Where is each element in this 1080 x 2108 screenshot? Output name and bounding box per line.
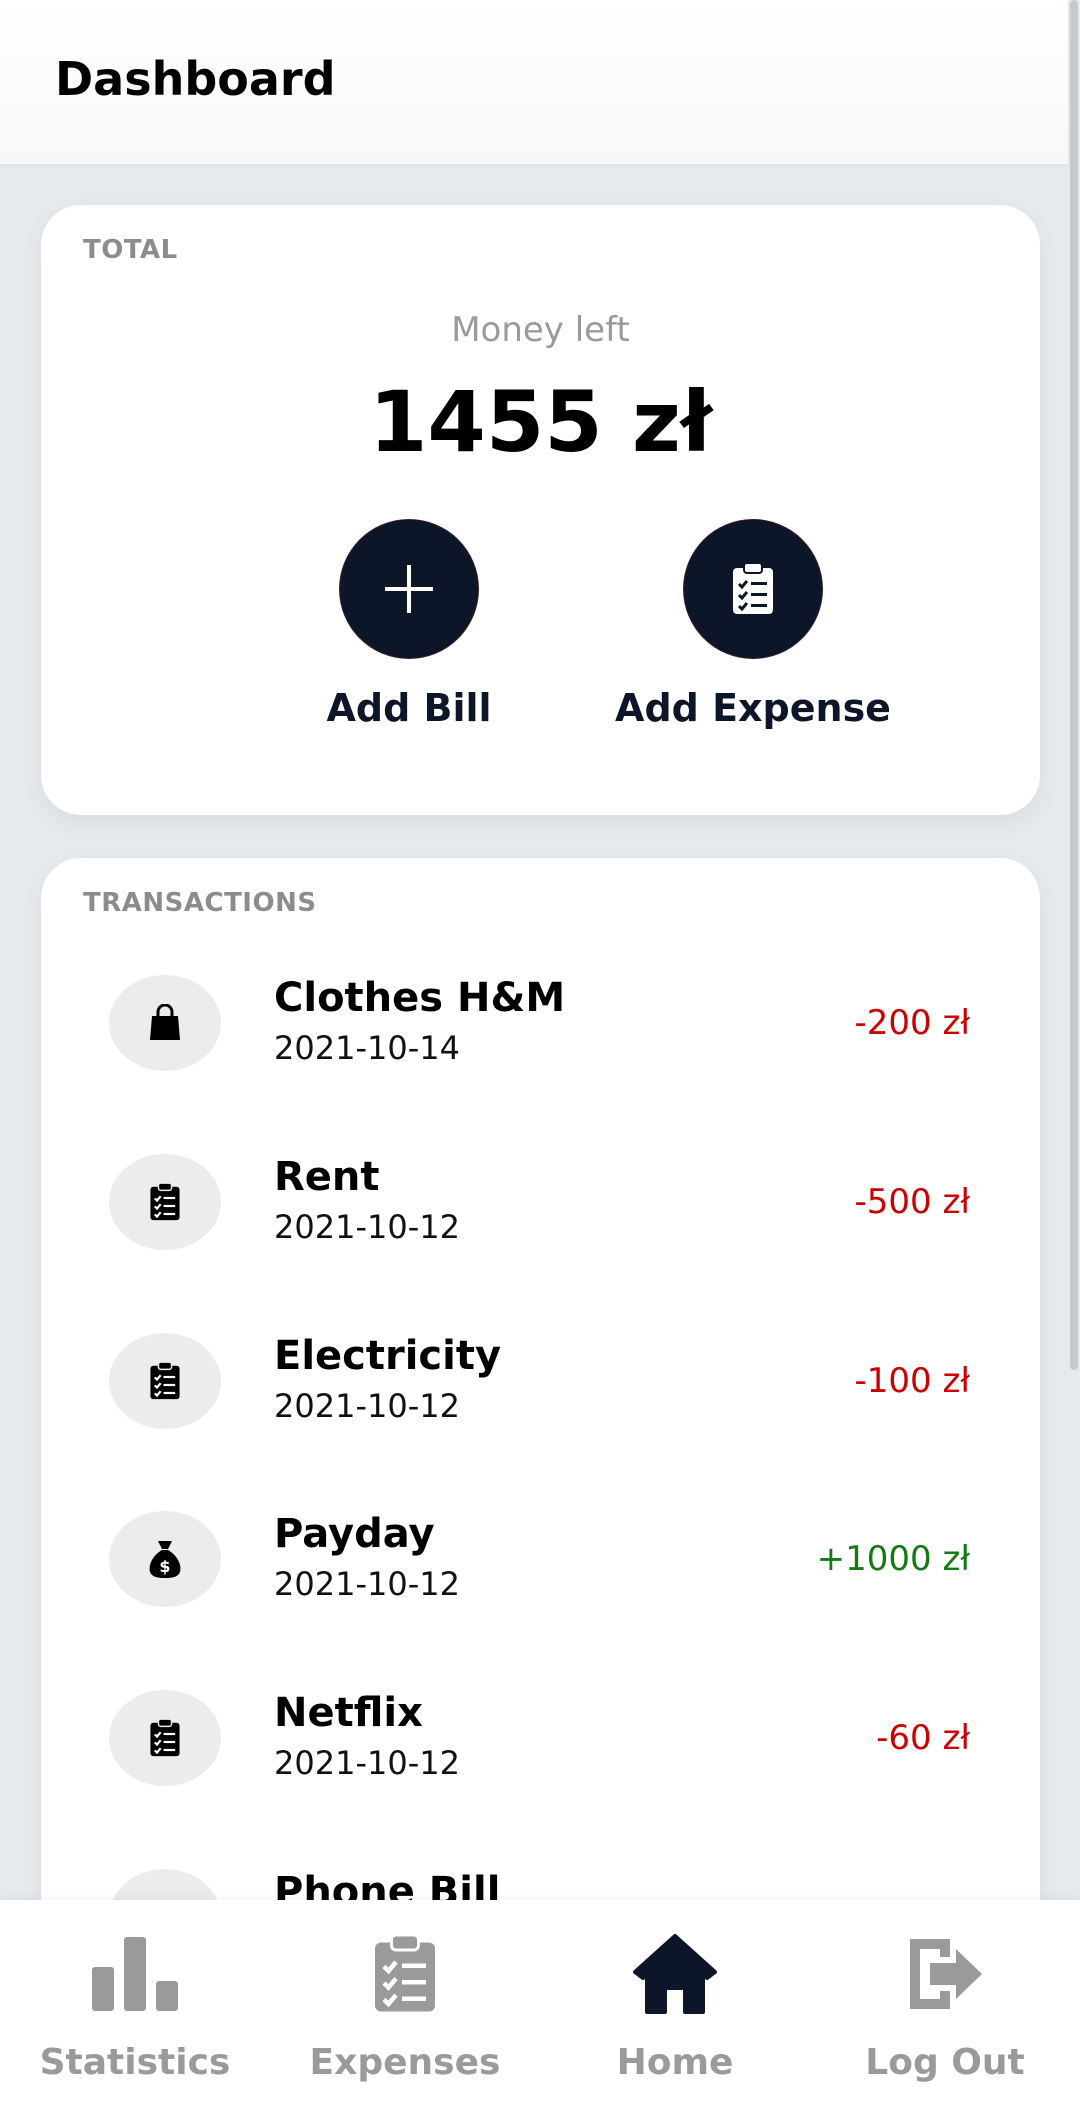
nav-label-statistics: Statistics bbox=[39, 2042, 231, 2083]
transaction-name: Netflix bbox=[274, 1690, 423, 1736]
transaction-name: Payday bbox=[274, 1511, 435, 1557]
money-left-value: 1455 zł bbox=[368, 373, 713, 471]
list-item[interactable]: $ Payday 2021-10-12 +1000 zł bbox=[41, 1511, 1040, 1631]
nav-label-expenses: Expenses bbox=[309, 2042, 501, 2083]
transaction-date: 2021-10-12 bbox=[274, 1208, 460, 1246]
clipboard-check-icon bbox=[733, 562, 773, 614]
add-bill-label[interactable]: Add Bill bbox=[239, 686, 579, 730]
transaction-date: 2021-10-14 bbox=[274, 1029, 460, 1067]
add-bill-button[interactable]: Add Bill bbox=[239, 520, 579, 730]
add-bill-circle[interactable] bbox=[340, 520, 478, 658]
nav-label-home: Home bbox=[616, 2042, 734, 2083]
nav-item-logout[interactable]: Log Out bbox=[810, 1926, 1080, 2083]
total-section-label: TOTAL bbox=[83, 235, 178, 265]
nav-item-home[interactable]: Home bbox=[540, 1926, 810, 2083]
list-item[interactable]: Clothes H&M 2021-10-14 -200 zł bbox=[41, 975, 1040, 1095]
transaction-name: Electricity bbox=[274, 1333, 502, 1379]
transactions-card: TRANSACTIONS Clothes H&M 2021-10-14 -200… bbox=[41, 858, 1040, 2058]
list-item[interactable]: Rent 2021-10-12 -500 zł bbox=[41, 1154, 1040, 1274]
nav-label-logout: Log Out bbox=[865, 2042, 1025, 2083]
transaction-name: Rent bbox=[274, 1154, 380, 1200]
shopping-bag-icon bbox=[150, 1004, 180, 1040]
transaction-name: Clothes H&M bbox=[274, 975, 566, 1021]
add-expense-button[interactable]: Add Expense bbox=[583, 520, 923, 730]
transactions-section-label: TRANSACTIONS bbox=[83, 888, 317, 918]
plus-icon bbox=[385, 565, 433, 613]
transaction-icon bbox=[109, 1690, 221, 1786]
transaction-icon: $ bbox=[109, 1511, 221, 1607]
transaction-amount: +1000 zł bbox=[816, 1539, 970, 1579]
app-header: Dashboard bbox=[0, 0, 1068, 164]
clipboard-check-icon bbox=[270, 1926, 540, 2022]
logout-icon bbox=[810, 1926, 1080, 2022]
scrollbar-thumb[interactable] bbox=[1070, 0, 1078, 1370]
page-title: Dashboard bbox=[55, 52, 336, 106]
total-card: TOTAL Money left 1455 zł Add Bill Add Ex… bbox=[41, 205, 1040, 815]
transaction-date: 2021-10-12 bbox=[274, 1387, 460, 1425]
nav-item-expenses[interactable]: Expenses bbox=[270, 1926, 540, 2083]
transaction-icon bbox=[109, 1154, 221, 1250]
transaction-date: 2021-10-12 bbox=[274, 1565, 460, 1603]
transaction-icon bbox=[109, 1333, 221, 1429]
transaction-amount: -200 zł bbox=[854, 1003, 970, 1043]
home-icon bbox=[540, 1926, 810, 2022]
money-bag-icon: $ bbox=[149, 1541, 181, 1578]
add-expense-circle[interactable] bbox=[684, 520, 822, 658]
nav-item-statistics[interactable]: Statistics bbox=[0, 1926, 270, 2083]
transaction-amount: -60 zł bbox=[876, 1718, 970, 1758]
clipboard-check-icon bbox=[150, 1182, 180, 1221]
transaction-amount: -100 zł bbox=[854, 1361, 970, 1401]
clipboard-check-icon bbox=[150, 1361, 180, 1400]
money-left-label: Money left bbox=[451, 310, 630, 350]
bar-chart-icon bbox=[0, 1926, 270, 2022]
svg-text:$: $ bbox=[159, 1557, 170, 1576]
bottom-nav: Statistics Expenses Home Log Out bbox=[0, 1900, 1080, 2108]
scrollbar[interactable] bbox=[1068, 0, 1080, 1900]
clipboard-check-icon bbox=[150, 1718, 180, 1757]
list-item[interactable]: Electricity 2021-10-12 -100 zł bbox=[41, 1333, 1040, 1453]
transaction-amount: -500 zł bbox=[854, 1182, 970, 1222]
add-expense-label[interactable]: Add Expense bbox=[583, 686, 923, 730]
transaction-icon bbox=[109, 975, 221, 1071]
transaction-date: 2021-10-12 bbox=[274, 1744, 460, 1782]
list-item[interactable]: Netflix 2021-10-12 -60 zł bbox=[41, 1690, 1040, 1810]
